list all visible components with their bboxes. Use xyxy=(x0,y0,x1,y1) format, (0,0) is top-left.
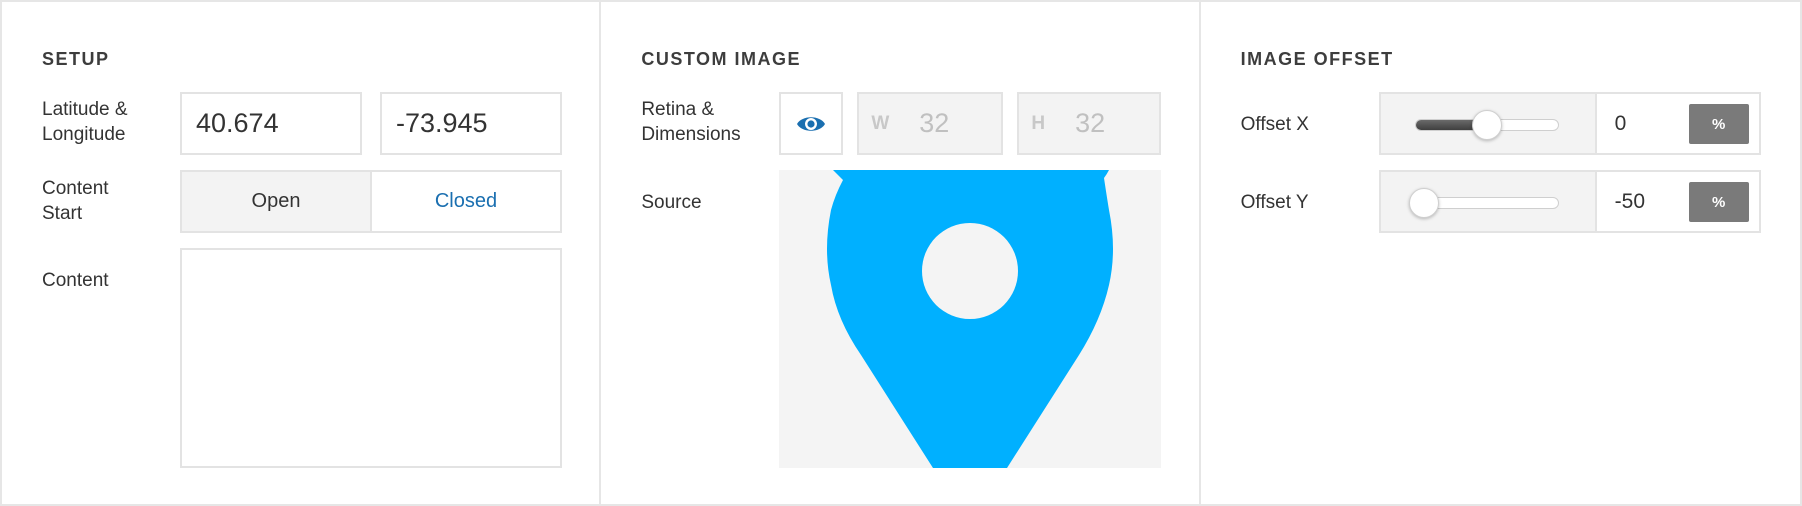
lat-lng-label: Latitude & Longitude xyxy=(42,99,128,145)
offset-x-value: 0 xyxy=(1614,111,1627,135)
image-offset-panel: IMAGE OFFSET Offset X 0 % Offset Y -50 % xyxy=(1201,2,1800,504)
offset-x-slider[interactable] xyxy=(1380,94,1597,153)
offset-y-slider-handle[interactable] xyxy=(1408,188,1439,218)
offset-y-label: Offset Y xyxy=(1240,192,1309,213)
settings-frame: SETUP Latitude & Longitude 40.674 -73.94… xyxy=(0,0,1802,506)
offset-x-label: Offset X xyxy=(1240,114,1309,135)
content-textarea[interactable] xyxy=(180,248,562,468)
width-value: 32 xyxy=(919,108,950,138)
offset-x-input[interactable]: 0 % xyxy=(1596,94,1759,153)
width-label: W xyxy=(871,112,890,134)
offset-x-unit-button[interactable]: % xyxy=(1688,104,1749,144)
content-start-closed-button[interactable]: Closed xyxy=(372,170,562,233)
offset-y-slider[interactable] xyxy=(1380,172,1597,231)
custom-image-title: CUSTOM IMAGE xyxy=(641,49,801,69)
latitude-input[interactable]: 40.674 xyxy=(180,92,362,155)
source-image[interactable] xyxy=(779,170,1162,468)
offset-y-value: -50 xyxy=(1614,189,1646,213)
content-label: Content xyxy=(42,270,109,291)
retina-toggle-button[interactable] xyxy=(779,92,844,155)
map-pin-icon xyxy=(827,170,1114,468)
offset-x-slider-handle[interactable] xyxy=(1471,110,1502,140)
offset-y-unit-button[interactable]: % xyxy=(1688,182,1749,222)
longitude-input[interactable]: -73.945 xyxy=(380,92,562,155)
setup-panel: SETUP Latitude & Longitude 40.674 -73.94… xyxy=(2,2,602,504)
width-input[interactable]: W 32 xyxy=(857,92,1004,155)
content-start-label: Content Start xyxy=(42,178,109,224)
height-input[interactable]: H 32 xyxy=(1017,92,1162,155)
setup-title: SETUP xyxy=(42,49,110,69)
custom-image-panel: CUSTOM IMAGE Retina & Dimensions W 32 H … xyxy=(601,2,1201,504)
offset-x-control: 0 % xyxy=(1378,92,1761,155)
content-start-open-button[interactable]: Open xyxy=(180,170,372,233)
image-offset-title: IMAGE OFFSET xyxy=(1240,49,1394,69)
offset-y-input[interactable]: -50 % xyxy=(1596,172,1759,231)
height-label: H xyxy=(1031,112,1046,134)
offset-y-control: -50 % xyxy=(1378,170,1761,233)
retina-dimensions-label: Retina & Dimensions xyxy=(641,99,741,145)
height-value: 32 xyxy=(1075,108,1106,138)
source-label: Source xyxy=(641,192,702,213)
eye-icon xyxy=(797,116,826,131)
